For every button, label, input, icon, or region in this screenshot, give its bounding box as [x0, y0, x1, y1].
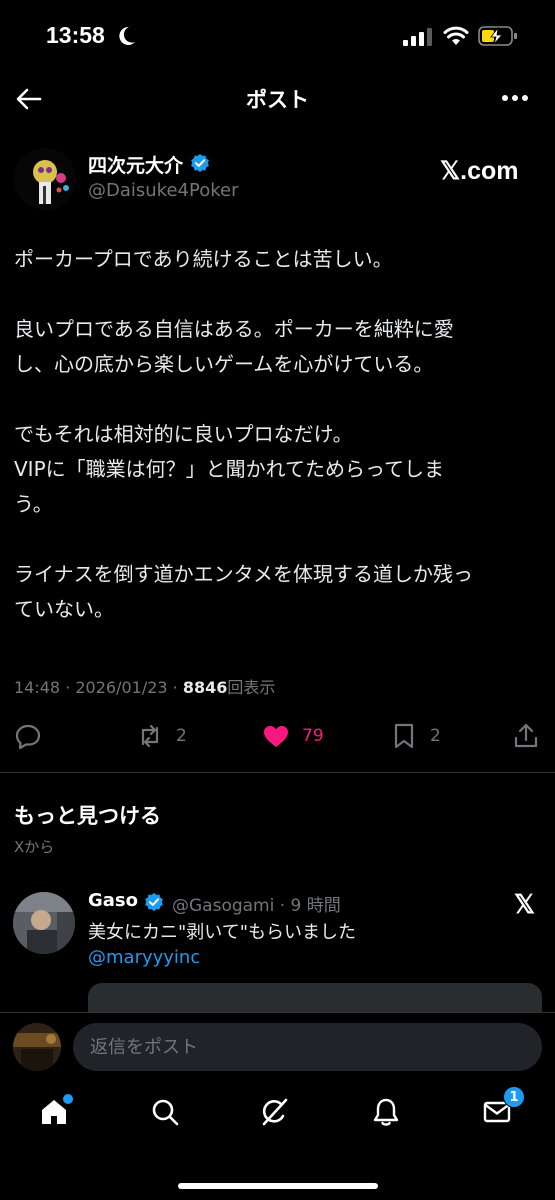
bell-icon [373, 1098, 399, 1126]
post-date: 2026/01/23 [75, 678, 168, 697]
share-icon [514, 723, 538, 748]
status-bar: 13:58 [0, 0, 555, 72]
post-line: 良いプロである自信はある。ポーカーを純粋に愛 [14, 317, 454, 341]
verified-badge-icon [145, 892, 163, 912]
post-line: ポーカープロであり続けることは苦しい。 [14, 247, 393, 271]
tab-notifications[interactable] [370, 1096, 406, 1132]
search-icon [152, 1099, 179, 1126]
grok-icon [262, 1098, 288, 1126]
x-logo: 𝕏.com [440, 157, 519, 185]
more-horizontal-icon[interactable] [500, 88, 530, 108]
post-time: 14:48 [14, 678, 61, 697]
heart-icon [264, 726, 288, 747]
post-paragraph: ライナスを倒す道かエンタメを体現する道しか残っ ていない。 [14, 557, 539, 627]
post-actions: 2 79 2 [0, 716, 555, 756]
signal-icon [403, 28, 432, 46]
post-text: ポーカープロであり続けることは苦しい。良いプロである自信はある。ポーカーを純粋に… [14, 242, 539, 627]
tab-grok[interactable] [259, 1096, 295, 1132]
author-handle[interactable]: @Daisuke4Poker [88, 180, 238, 201]
author-avatar[interactable] [14, 148, 76, 210]
share-button[interactable] [512, 716, 540, 756]
user-avatar[interactable] [13, 1023, 61, 1071]
post-meta: 14:48 · 2026/01/23 · 8846回表示 [14, 674, 275, 698]
battery-charging-icon [478, 26, 517, 46]
status-time: 13:58 [46, 22, 105, 48]
bookmark-icon [394, 723, 414, 749]
recommended-author-handle[interactable]: @Gasogami · 9 時間 [172, 891, 341, 916]
post-line: VIPに「職業は何？」と聞かれてためらってしま [14, 457, 445, 481]
reply-input[interactable] [73, 1023, 542, 1071]
divider [0, 772, 555, 773]
post-line: ライナスを倒す道かエンタメを体現する道しか残っ [14, 562, 473, 586]
post-line: でもそれは相対的に良いプロなだけ。 [14, 422, 353, 446]
post-paragraph: でもそれは相対的に良いプロなだけ。 VIPに「職業は何？」と聞かれてためらってしま… [14, 417, 539, 522]
post-line: ていない。 [14, 597, 114, 621]
top-nav: ポスト [0, 72, 555, 126]
recommended-author-name[interactable]: Gaso [88, 890, 138, 911]
post-line: う。 [14, 492, 53, 516]
messages-badge: 1 [503, 1086, 525, 1108]
like-button[interactable]: 79 [262, 716, 324, 756]
bookmark-count: 2 [430, 726, 441, 746]
recommended-post-text[interactable]: 美女にカニ"剥いて"もらいました [88, 918, 356, 944]
home-unread-dot [63, 1094, 73, 1104]
like-count: 79 [302, 726, 324, 746]
author-name[interactable]: 四次元大介 [88, 151, 183, 178]
repost-count: 2 [176, 726, 187, 746]
x-logo: 𝕏 [514, 889, 535, 919]
recommended-mention-link[interactable]: @maryyyinc [88, 947, 200, 968]
recommended-avatar[interactable] [13, 892, 75, 954]
meta-separator: · [60, 678, 76, 697]
moon-icon [119, 26, 135, 45]
reply-button[interactable] [14, 716, 54, 756]
view-count[interactable]: 8846 [183, 678, 228, 697]
reply-icon [15, 724, 41, 750]
post-line: し、心の底から楽しいゲームを心がけている。 [14, 352, 434, 376]
discover-subtitle: Xから [14, 838, 55, 856]
tab-home[interactable] [38, 1094, 74, 1132]
tab-messages[interactable]: 1 [481, 1086, 525, 1132]
meta-separator: · [167, 678, 183, 697]
wifi-icon [443, 26, 469, 45]
verified-badge-icon [191, 153, 209, 173]
post-paragraph: 良いプロである自信はある。ポーカーを純粋に愛 し、心の底から楽しいゲームを心がけて… [14, 312, 539, 382]
page-title: ポスト [246, 88, 309, 112]
reply-bar [0, 1012, 555, 1082]
view-label: 回表示 [227, 678, 276, 697]
bookmark-button[interactable]: 2 [390, 716, 441, 756]
post-paragraph: ポーカープロであり続けることは苦しい。 [14, 242, 539, 277]
discover-title: もっと見つける [14, 804, 161, 828]
tab-search[interactable] [149, 1096, 185, 1132]
home-indicator [178, 1183, 378, 1189]
repost-icon [141, 724, 159, 748]
repost-button[interactable]: 2 [136, 716, 187, 756]
